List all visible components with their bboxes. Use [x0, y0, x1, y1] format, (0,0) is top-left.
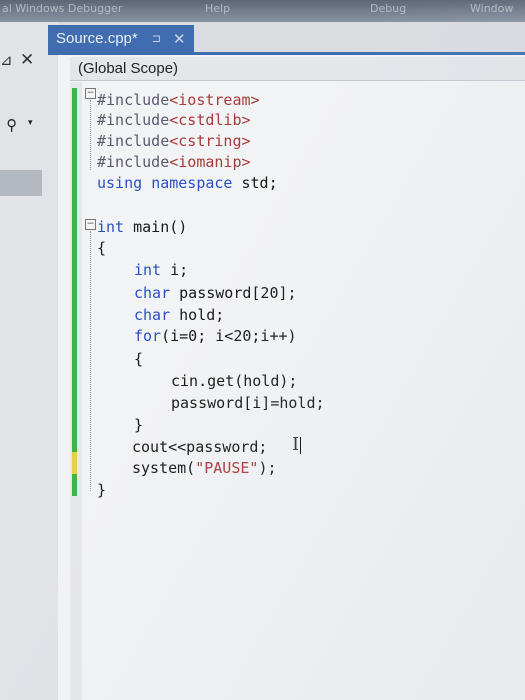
code-token: } [134, 416, 144, 434]
code-line[interactable]: char hold; [134, 305, 224, 325]
code-token: char [134, 306, 171, 324]
code-line[interactable]: for(i=0; i<20;i++) [134, 326, 297, 346]
code-token: { [97, 239, 107, 257]
code-token: i; [161, 261, 189, 279]
code-token: int [97, 218, 125, 236]
code-token: password[20]; [170, 284, 297, 302]
code-line[interactable]: using namespace std; [97, 173, 278, 193]
code-token: cin.get(hold); [171, 372, 298, 390]
code-token: { [134, 350, 144, 368]
code-token: } [97, 481, 107, 499]
code-token: password[i]=hold; [171, 394, 325, 412]
code-line[interactable]: } [97, 480, 106, 500]
code-line[interactable]: #include<iostream> [97, 90, 260, 110]
code-token: std; [232, 174, 278, 192]
ibeam-cursor-icon: I [292, 434, 300, 455]
code-token: for [134, 327, 162, 345]
code-token: #include [97, 132, 170, 150]
code-token: ); [258, 459, 277, 477]
code-token: hold; [170, 306, 225, 324]
code-line[interactable]: #include<cstdlib> [97, 110, 251, 130]
code-line[interactable]: system("PAUSE"); [132, 458, 277, 478]
code-token: using [97, 174, 143, 192]
code-line[interactable]: } [134, 415, 143, 435]
code-token: namespace [151, 174, 233, 192]
code-token: char [134, 284, 171, 302]
code-token: #include [97, 153, 170, 171]
code-token: <cstring> [169, 132, 251, 150]
code-token: "PAUSE" [195, 459, 259, 477]
code-token: int [134, 261, 162, 279]
code-line[interactable]: password[i]=hold; [171, 393, 325, 413]
code-line[interactable]: { [97, 238, 106, 258]
code-line[interactable]: int main() [97, 217, 187, 237]
code-token: #include [97, 111, 170, 129]
code-token: main() [124, 218, 188, 236]
text-caret [300, 437, 301, 454]
code-token: <iomanip> [169, 153, 251, 171]
code-line[interactable]: #include<iomanip> [97, 152, 251, 172]
code-token: (i=0; i<20;i++) [161, 327, 297, 345]
code-line[interactable]: #include<cstring> [97, 131, 251, 151]
code-token: #include [97, 91, 170, 109]
code-token: system( [132, 459, 196, 477]
code-line[interactable]: { [134, 349, 143, 369]
code-token: <cstdlib> [169, 111, 251, 129]
code-token: <iostream> [169, 91, 260, 109]
code-token: cout<<password; [132, 438, 268, 456]
code-area: #include<iostream> #include<cstdlib> #incl… [0, 0, 525, 700]
code-line[interactable]: int i; [134, 260, 188, 280]
code-line[interactable]: cin.get(hold); [171, 371, 297, 391]
code-line[interactable]: char password[20]; [134, 283, 297, 303]
code-line[interactable]: cout<<password; [132, 437, 267, 457]
